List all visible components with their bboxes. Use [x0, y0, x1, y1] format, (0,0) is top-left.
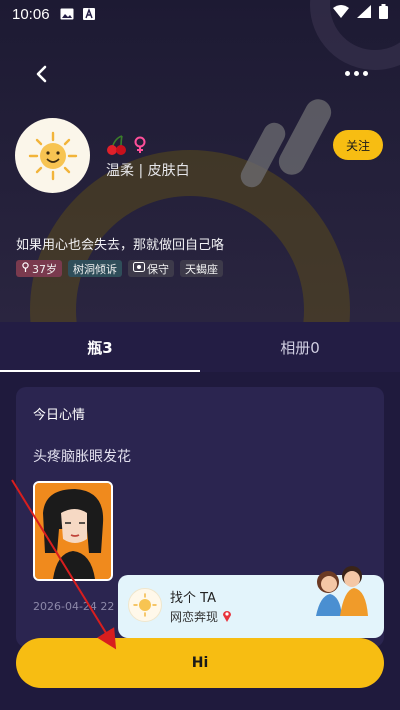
more-dot — [353, 70, 359, 76]
location-pin-icon — [222, 609, 232, 625]
a-notification-icon — [82, 8, 96, 20]
sun-avatar-image — [28, 131, 77, 180]
mood-card-title: 今日心情 — [33, 408, 86, 423]
status-time: 10:06 — [12, 5, 50, 23]
couple-illustration — [306, 560, 376, 616]
status-icons — [333, 4, 388, 24]
popup-subtitle: 网恋奔现 — [170, 610, 219, 624]
profile-tabs: 瓶3 相册0 — [0, 322, 400, 372]
cherry-icon — [106, 134, 128, 160]
mood-photo[interactable] — [33, 481, 113, 581]
tab-bottles-label: 瓶3 — [87, 338, 113, 357]
more-options-button[interactable] — [340, 62, 372, 84]
avatar[interactable] — [15, 118, 90, 193]
back-arrow-icon — [36, 65, 47, 83]
female-small-icon — [21, 262, 30, 275]
image-icon — [60, 8, 74, 20]
tag-trait: 保守 — [128, 260, 174, 277]
say-hi-button[interactable]: Hi — [16, 638, 384, 688]
female-icon — [132, 136, 148, 158]
back-button[interactable] — [28, 60, 56, 88]
follow-button[interactable]: 关注 — [333, 130, 383, 160]
tab-albums-label: 相册0 — [280, 338, 320, 357]
name-row — [106, 134, 148, 160]
more-dots-icon — [344, 70, 350, 76]
tag-hobby: 树洞倾诉 — [68, 260, 122, 277]
profile-tagline: 温柔 | 皮肤白 — [106, 163, 190, 179]
trait-icon — [133, 262, 145, 275]
tag-age-label: 37岁 — [32, 262, 57, 276]
popup-subtitle-row: 网恋奔现 — [170, 608, 232, 625]
profile-tags: 37岁 树洞倾诉 保守 天蝎座 — [16, 260, 223, 277]
popup-avatar — [128, 588, 162, 622]
mood-card-text: 头疼脑胀眼发花 — [33, 449, 131, 465]
mood-card-date: 2026-04-24 22 — [33, 600, 115, 613]
battery-icon — [379, 4, 388, 24]
more-dot — [362, 70, 368, 76]
sun-icon — [133, 593, 157, 617]
status-bar: 10:06 — [0, 0, 400, 28]
tag-age: 37岁 — [16, 260, 62, 277]
signal-icon — [357, 5, 371, 23]
tab-albums[interactable]: 相册0 — [200, 322, 400, 372]
tag-zodiac: 天蝎座 — [180, 260, 223, 277]
wifi-icon — [333, 5, 349, 23]
tab-bottles[interactable]: 瓶3 — [0, 322, 200, 372]
popup-title: 找个 TA — [170, 591, 216, 606]
profile-bio: 如果用心也会失去，那就做回自己咯 — [16, 238, 225, 253]
girl-illustration — [35, 483, 111, 579]
tag-trait-label: 保守 — [147, 262, 169, 276]
